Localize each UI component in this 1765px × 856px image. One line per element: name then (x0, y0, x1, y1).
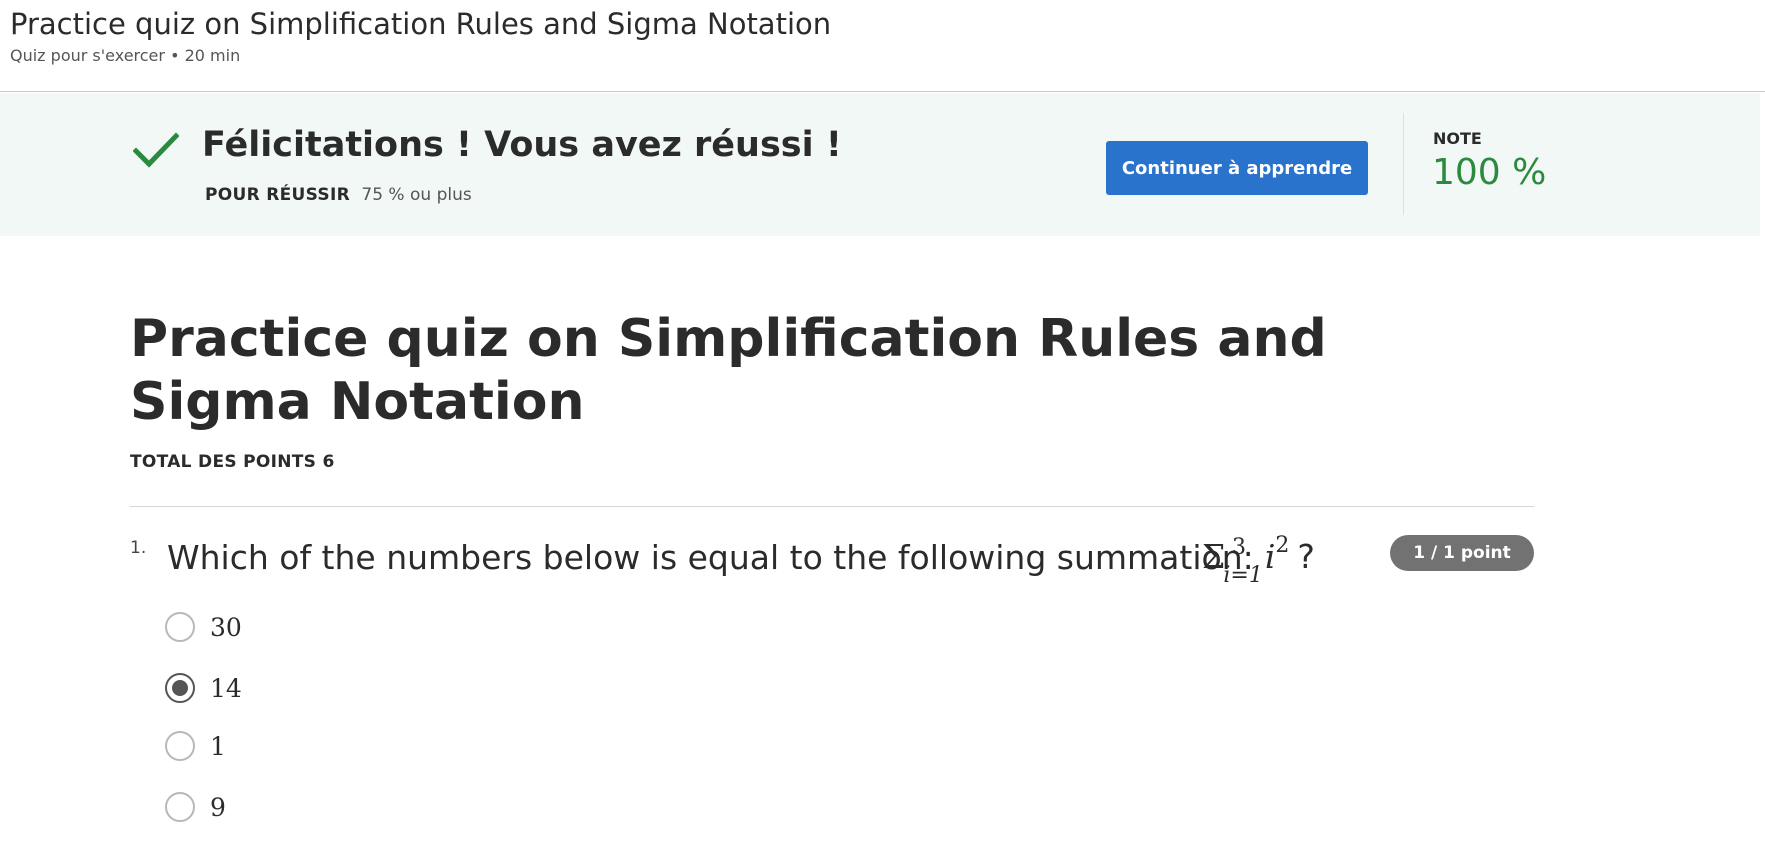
quiz-header-title: Practice quiz on Simplification Rules an… (10, 7, 832, 41)
question-text: Which of the numbers below is equal to t… (167, 538, 1254, 577)
summation-formula: Σi=1 3 i2? (1202, 532, 1315, 588)
answer-option-label: 30 (210, 612, 242, 642)
radio-button[interactable] (165, 792, 195, 822)
top-header: Practice quiz on Simplification Rules an… (0, 0, 1765, 92)
grade-label: NOTE (1433, 129, 1482, 148)
banner-divider (1403, 113, 1404, 215)
passing-label: POUR RÉUSSIR (205, 185, 350, 205)
sigma-symbol: Σ (1202, 537, 1226, 576)
quiz-header-subtitle: Quiz pour s'exercer • 20 min (10, 46, 241, 65)
answer-option[interactable]: 9 (165, 790, 226, 824)
radio-button[interactable] (165, 731, 195, 761)
summation-upper-bound: 3 (1232, 535, 1246, 560)
points-badge: 1 / 1 point (1390, 535, 1534, 571)
grade-value: 100 % (1432, 152, 1547, 193)
success-banner: Félicitations ! Vous avez réussi ! POUR … (0, 93, 1760, 236)
summation-exponent: 2 (1275, 533, 1290, 558)
checkmark-icon (133, 132, 179, 168)
answer-option[interactable]: 1 (165, 729, 226, 763)
question-number: 1. (130, 538, 147, 558)
page-title: Practice quiz on Simplification Rules an… (130, 309, 1327, 432)
section-divider (130, 506, 1534, 507)
answer-option-selected[interactable]: 14 (165, 671, 242, 705)
passing-value: 75 % ou plus (361, 185, 472, 205)
radio-button[interactable] (165, 612, 195, 642)
total-points: TOTAL DES POINTS 6 (130, 452, 335, 472)
success-heading: Félicitations ! Vous avez réussi ! (202, 125, 842, 165)
passing-requirement: POUR RÉUSSIR 75 % ou plus (205, 183, 472, 207)
summation-variable: i (1264, 537, 1276, 576)
radio-button-selected[interactable] (165, 673, 195, 703)
continue-learning-button[interactable]: Continuer à apprendre (1106, 141, 1368, 195)
answer-option[interactable]: 30 (165, 610, 242, 644)
question-mark: ? (1297, 537, 1315, 576)
answer-option-label: 14 (210, 673, 242, 703)
answer-option-label: 9 (210, 792, 226, 822)
answer-option-label: 1 (210, 731, 226, 761)
